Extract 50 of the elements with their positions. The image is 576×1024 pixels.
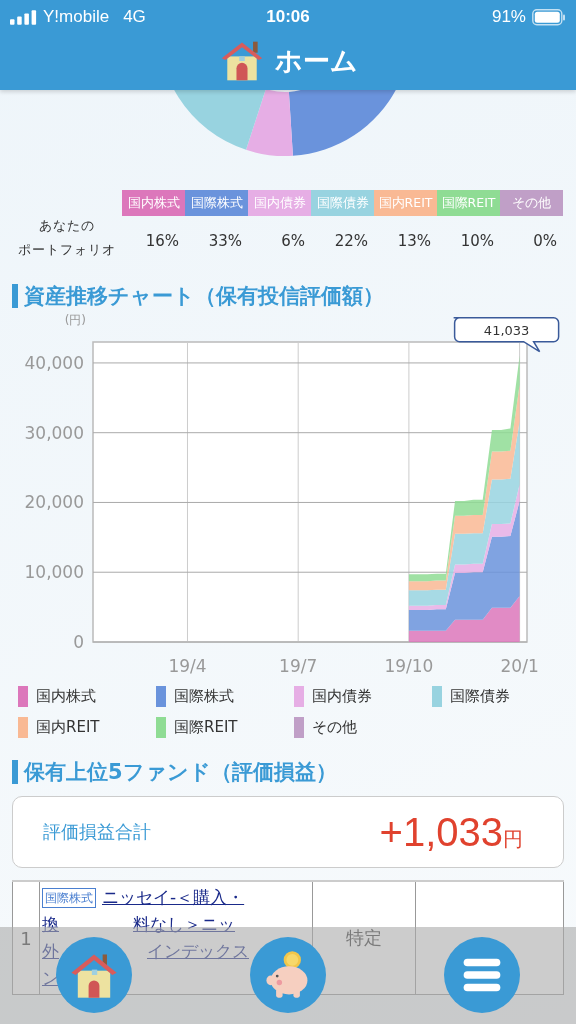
asset-class-label: 国際株式	[185, 190, 248, 216]
asset-class-label: 国内株式	[122, 190, 185, 216]
legend-label: 国内REIT	[36, 718, 100, 737]
allocation-percent: 22%	[333, 232, 369, 250]
asset-class-label: 国内債券	[248, 190, 311, 216]
fund-link[interactable]: 料なし＞ニッ	[133, 911, 235, 938]
fund-link[interactable]: ニッセイ-＜購入・	[102, 884, 245, 911]
allocation-percent: 0%	[532, 232, 558, 250]
summary-value: +1,033円	[379, 809, 523, 855]
legend-label: 国際株式	[174, 687, 234, 706]
battery-percent: 91%	[491, 7, 526, 27]
asset-class-label: 国際REIT	[437, 190, 500, 216]
x-tick-label: 20/1	[500, 656, 539, 676]
legend-label: 国際REIT	[174, 718, 238, 737]
legend-label: 国内債券	[312, 687, 372, 706]
allocation-percent: 10%	[459, 232, 495, 250]
category-tag: 国際株式	[42, 887, 96, 908]
asset-class-label: 国内REIT	[374, 190, 437, 216]
allocation-percent: 16%	[144, 232, 180, 250]
axis-unit: (円)	[64, 313, 86, 327]
asset-class-label: 国際債券	[311, 190, 374, 216]
carrier-name: Y!mobile	[43, 7, 110, 27]
portfolio-label: あなたの ポートフォリオ	[17, 217, 117, 259]
signal-icon	[10, 9, 37, 25]
allocation-percent: 33%	[207, 232, 243, 250]
network-type: 4G	[123, 7, 146, 27]
section-title: 保有上位5ファンド（評価損益）	[12, 760, 564, 784]
x-tick-label: 19/4	[168, 656, 207, 676]
y-tick-label: 10,000	[24, 562, 84, 583]
value-tooltip: 41,033	[452, 316, 560, 353]
rank-cell: 1	[12, 881, 40, 995]
annotation: 41,033	[483, 322, 530, 338]
legend-label: その他	[312, 718, 357, 737]
section-title: 資産推移チャート（保有投信評価額）	[12, 284, 564, 308]
y-tick-label: 30,000	[24, 422, 84, 443]
y-tick-label: 0	[73, 632, 84, 652]
y-tick-label: 20,000	[24, 492, 84, 513]
x-tick-label: 19/10	[384, 656, 434, 676]
allocation-percent: 6%	[280, 232, 306, 250]
x-tick-label: 19/7	[279, 656, 318, 676]
asset-class-label: その他	[500, 190, 563, 216]
legend-label: 国内株式	[36, 687, 96, 706]
page-title: ホーム	[274, 44, 358, 78]
clock: 10:06	[266, 7, 310, 27]
legend-label: 国際債券	[450, 687, 510, 706]
y-tick-label: 40,000	[24, 352, 84, 373]
fund-link[interactable]: 換	[42, 911, 59, 938]
allocation-percent: 13%	[396, 232, 432, 250]
battery-icon	[532, 8, 566, 26]
summary-label: 評価損益合計	[43, 820, 151, 844]
